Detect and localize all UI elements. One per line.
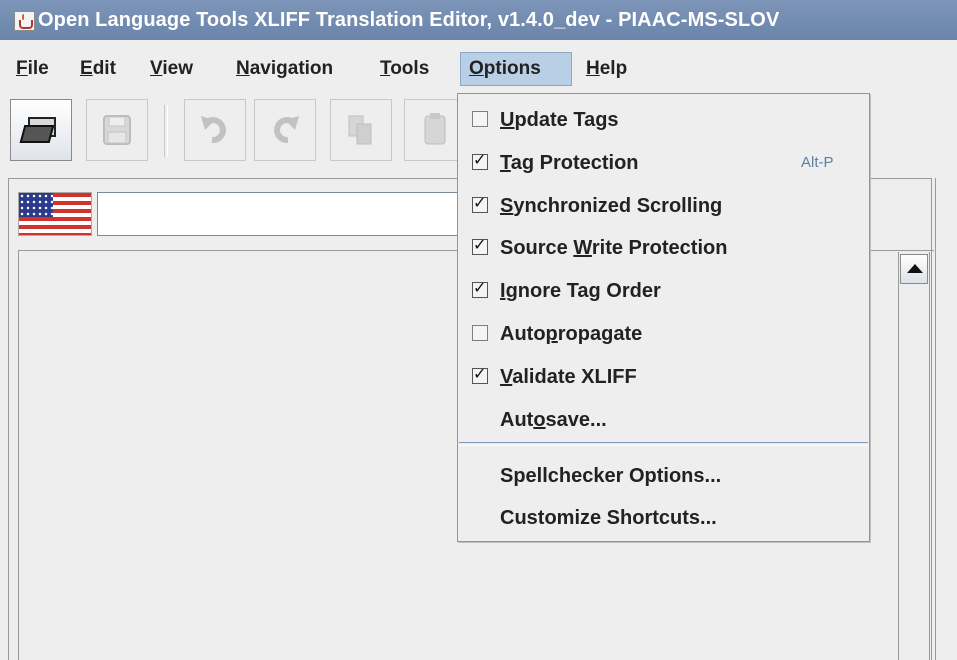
undo-icon	[201, 116, 226, 144]
menu-navigation[interactable]: Navigation	[228, 52, 341, 86]
language-field[interactable]	[97, 192, 477, 236]
menu-item-synchronized-scrolling[interactable]: Synchronized Scrolling	[458, 186, 869, 226]
checkbox-checked-icon	[472, 193, 488, 213]
menu-item-autopropagate[interactable]: Autopropagate	[458, 314, 869, 354]
menu-item-source-write-protection[interactable]: Source Write Protection	[458, 228, 869, 268]
menu-edit[interactable]: Edit	[72, 52, 124, 86]
menu-item-customize-shortcuts[interactable]: Customize Shortcuts...	[458, 498, 869, 538]
paste-icon	[424, 113, 446, 145]
open-file-button[interactable]	[10, 99, 72, 161]
menu-separator	[459, 442, 868, 446]
title-bar[interactable]: Open Language Tools XLIFF Translation Ed…	[0, 0, 957, 40]
menu-tools[interactable]: Tools	[372, 52, 437, 86]
checkbox-checked-icon	[472, 364, 488, 384]
menu-item-update-tags[interactable]: Update Tags	[458, 100, 869, 140]
vertical-scrollbar[interactable]	[898, 252, 930, 660]
open-folder-icon	[19, 117, 58, 143]
menu-view[interactable]: View	[142, 52, 201, 86]
us-flag-icon	[18, 192, 92, 236]
undo-button[interactable]	[184, 99, 246, 161]
checkbox-checked-icon	[472, 150, 488, 170]
copy-button[interactable]	[330, 99, 392, 161]
redo-button[interactable]	[254, 99, 316, 161]
shortcut-label: Alt-P	[801, 154, 834, 171]
redo-icon	[274, 116, 299, 144]
save-icon	[103, 115, 131, 145]
menu-item-autosave[interactable]: Autosave...	[458, 400, 869, 440]
scroll-up-arrow-icon[interactable]	[900, 254, 928, 284]
java-cup-icon[interactable]	[14, 11, 35, 31]
menu-help[interactable]: Help	[578, 52, 635, 86]
options-menu: Update Tags Tag Protection Alt-P Synchro…	[457, 93, 870, 542]
checkbox-checked-icon	[472, 278, 488, 298]
menu-bar: File Edit View Navigation Tools Options …	[0, 40, 957, 95]
checkbox-checked-icon	[472, 235, 488, 255]
menu-item-spellchecker-options[interactable]: Spellchecker Options...	[458, 456, 869, 496]
checkbox-icon	[472, 325, 488, 341]
save-button[interactable]	[86, 99, 148, 161]
copy-icon	[348, 115, 372, 145]
window-title: Open Language Tools XLIFF Translation Ed…	[38, 9, 780, 31]
menu-file[interactable]: File	[8, 52, 57, 86]
checkbox-icon	[472, 111, 488, 127]
menu-item-tag-protection[interactable]: Tag Protection Alt-P	[458, 143, 869, 183]
menu-item-ignore-tag-order[interactable]: Ignore Tag Order	[458, 271, 869, 311]
menu-options[interactable]: Options	[460, 52, 572, 86]
menu-item-validate-xliff[interactable]: Validate XLIFF	[458, 357, 869, 397]
side-panel	[935, 178, 957, 660]
